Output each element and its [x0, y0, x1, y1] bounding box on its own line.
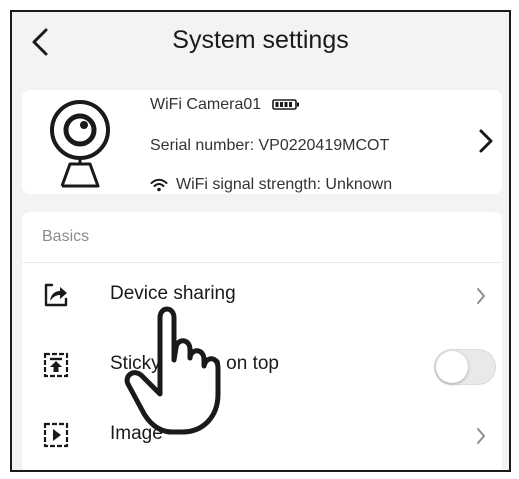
- device-name-line: WiFi Camera01: [150, 96, 300, 114]
- webcam-icon: [50, 100, 110, 188]
- list-item-image[interactable]: Image: [22, 403, 502, 470]
- share-icon: [44, 283, 68, 307]
- device-info-card[interactable]: WiFi Camera01 Serial number: VP0220419MC…: [22, 90, 502, 194]
- settings-screen: System settings WiFi Camera01 Serial num…: [10, 10, 511, 472]
- chevron-right-icon: [479, 129, 493, 153]
- toggle-knob: [436, 351, 468, 383]
- pin-to-top-icon: [43, 352, 69, 378]
- device-signal: WiFi signal strength: Unknown: [176, 176, 393, 193]
- device-serial: Serial number: VP0220419MCOT: [150, 137, 390, 154]
- list-item-label: Device sharing: [110, 283, 236, 304]
- list-item-device-sharing[interactable]: Device sharing: [22, 263, 502, 331]
- list-item-label: Image: [110, 423, 163, 444]
- device-signal-line: WiFi signal strength: Unknown: [150, 176, 392, 194]
- list-item-sticky-on-top: Sticky device on top: [22, 333, 502, 401]
- wifi-icon: [150, 178, 168, 192]
- chevron-right-icon: [477, 428, 485, 444]
- battery-icon: [271, 99, 299, 111]
- page-title: System settings: [172, 26, 349, 54]
- list-item-label: Sticky device on top: [110, 353, 279, 374]
- basics-section: Basics Device sharing Sticky device on t…: [22, 212, 502, 470]
- device-name: WiFi Camera01: [150, 96, 262, 113]
- section-label-basics: Basics: [42, 228, 90, 245]
- header-bar: System settings: [12, 12, 509, 74]
- chevron-right-icon: [477, 288, 485, 304]
- play-icon: [43, 422, 69, 448]
- sticky-on-top-toggle[interactable]: [434, 349, 496, 385]
